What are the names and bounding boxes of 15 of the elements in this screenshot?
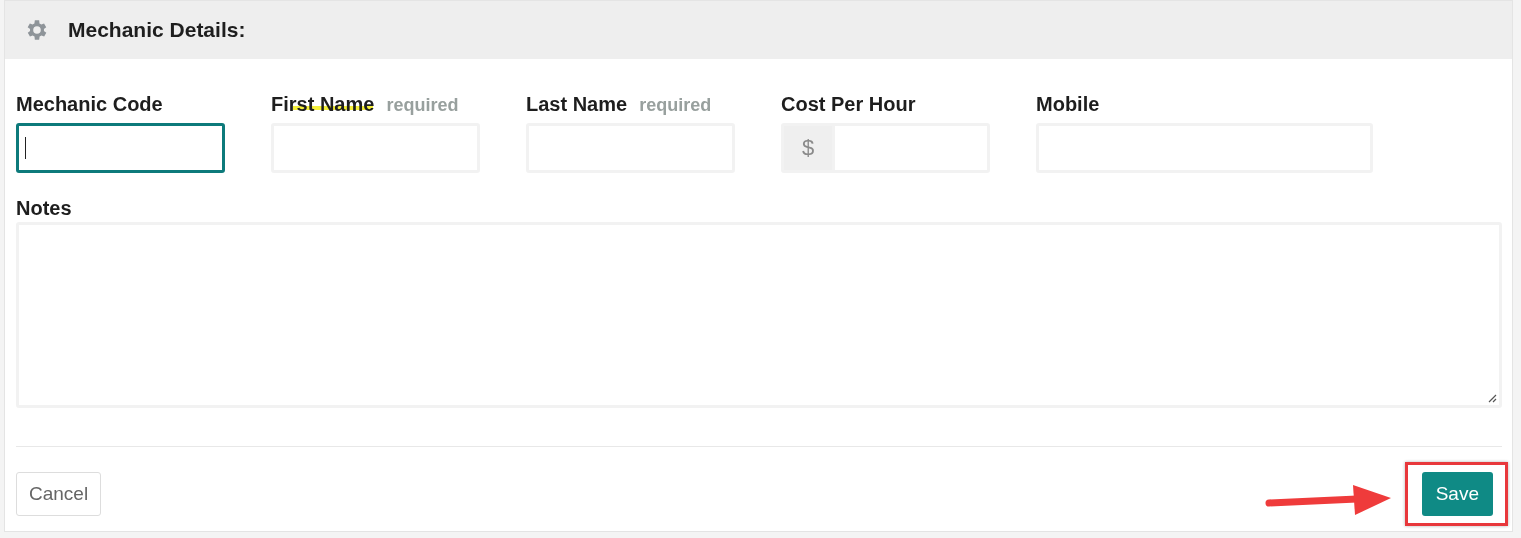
input-field[interactable]: $: [781, 123, 990, 173]
resize-handle-icon[interactable]: [1487, 393, 1497, 403]
currency-prefix: $: [784, 126, 835, 170]
notes-field[interactable]: [16, 222, 1502, 408]
field-label: Notes: [16, 197, 72, 220]
field-label: Last Name: [526, 93, 628, 116]
cancel-button[interactable]: Cancel: [16, 472, 102, 516]
save-button[interactable]: Save: [1421, 472, 1493, 516]
required-hint: required: [639, 95, 712, 116]
input-field[interactable]: [16, 123, 225, 173]
field-label: Mechanic Code: [16, 93, 163, 116]
field-label: Cost Per Hour: [781, 93, 916, 116]
panel-title: Mechanic Details:: [68, 18, 246, 42]
required-hint: required: [386, 95, 459, 116]
field-label: Mobile: [1036, 93, 1100, 116]
